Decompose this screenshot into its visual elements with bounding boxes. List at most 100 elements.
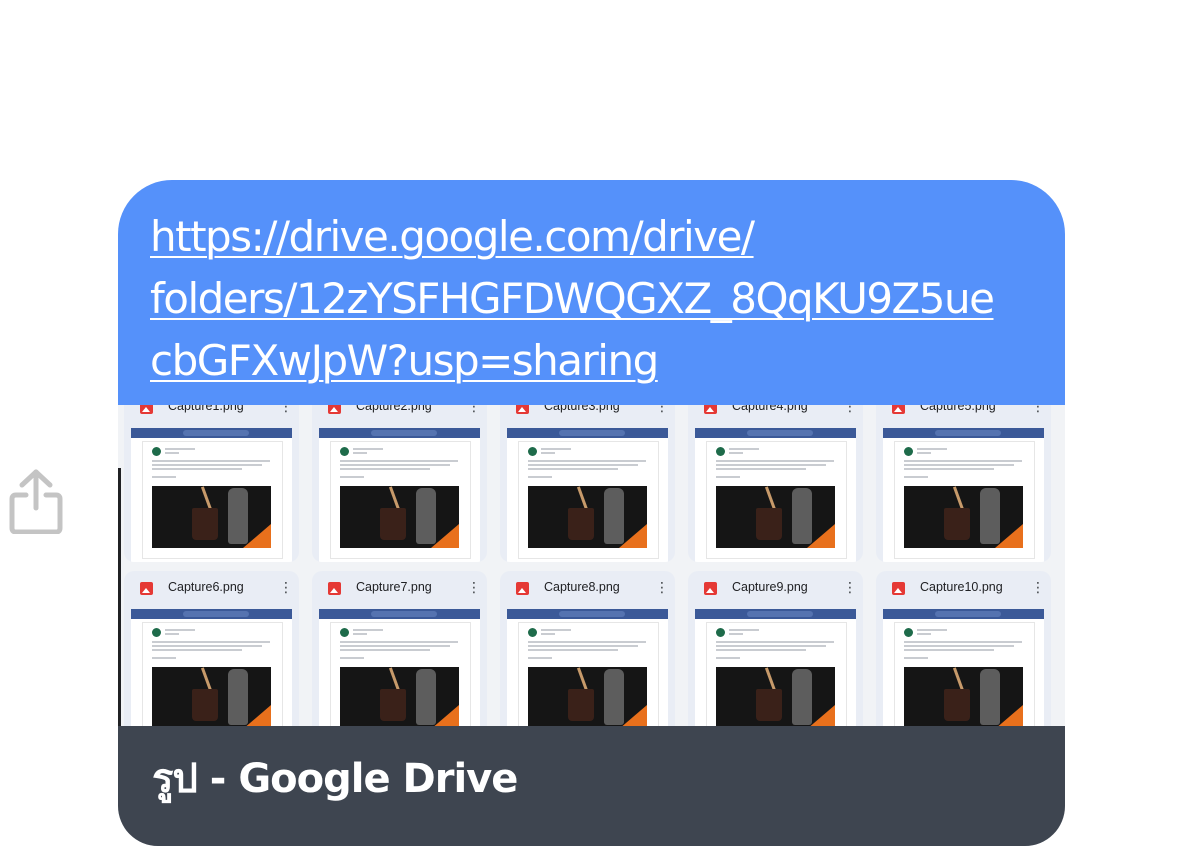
photo-glass bbox=[192, 508, 218, 540]
file-tile[interactable]: Capture5.png ⋮ bbox=[876, 405, 1051, 562]
file-name: Capture2.png bbox=[356, 405, 432, 413]
image-file-icon bbox=[140, 582, 153, 595]
file-name: Capture4.png bbox=[732, 405, 808, 413]
file-thumbnail bbox=[695, 428, 856, 562]
thumbnail-text-line bbox=[152, 460, 270, 462]
file-name: Capture5.png bbox=[920, 405, 996, 413]
file-tile[interactable]: Capture9.png ⋮ bbox=[688, 571, 863, 726]
thumbnail-text-line bbox=[904, 476, 928, 478]
thumbnail-avatar bbox=[904, 628, 913, 637]
thumbnail-search bbox=[747, 430, 813, 436]
thumbnail-text-line bbox=[340, 476, 364, 478]
thumbnail-text-line bbox=[716, 641, 834, 643]
image-file-icon bbox=[140, 405, 153, 414]
thumbnail-text-line bbox=[165, 448, 195, 450]
file-tile[interactable]: Capture2.png ⋮ bbox=[312, 405, 487, 562]
thumbnail-text-line bbox=[165, 452, 179, 454]
thumbnail-topbar bbox=[131, 428, 292, 438]
file-name: Capture7.png bbox=[356, 580, 432, 594]
thumbnail-post-card bbox=[331, 623, 470, 726]
thumbnail-text-line bbox=[904, 645, 1014, 647]
thumbnail-text-line bbox=[917, 633, 931, 635]
more-options-icon[interactable]: ⋮ bbox=[279, 580, 293, 596]
file-tile[interactable]: Capture4.png ⋮ bbox=[688, 405, 863, 562]
more-options-icon[interactable]: ⋮ bbox=[843, 405, 857, 415]
link-message-bubble[interactable]: https://drive.google.com/drive/ folders/… bbox=[118, 180, 1065, 846]
file-tile[interactable]: Capture7.png ⋮ bbox=[312, 571, 487, 726]
image-file-icon bbox=[892, 582, 905, 595]
thumbnail-post-card bbox=[707, 623, 846, 726]
thumbnail-text-line bbox=[904, 468, 994, 470]
file-thumbnail bbox=[507, 428, 668, 562]
thumbnail-avatar bbox=[152, 447, 161, 456]
more-options-icon[interactable]: ⋮ bbox=[655, 580, 669, 596]
thumbnail-text-line bbox=[917, 629, 947, 631]
shared-link[interactable]: https://drive.google.com/drive/ folders/… bbox=[150, 206, 1045, 392]
file-name: Capture1.png bbox=[168, 405, 244, 413]
file-thumbnail bbox=[883, 428, 1044, 562]
thumbnail-photo bbox=[904, 667, 1023, 726]
thumbnail-photo bbox=[152, 486, 271, 548]
thumbnail-text-line bbox=[904, 641, 1022, 643]
thumbnail-topbar bbox=[507, 609, 668, 619]
thumbnail-post-card bbox=[519, 442, 658, 558]
thumbnail-text-line bbox=[528, 460, 646, 462]
file-tile-header: Capture2.png ⋮ bbox=[312, 405, 487, 426]
more-options-icon[interactable]: ⋮ bbox=[843, 580, 857, 596]
thumbnail-text-line bbox=[165, 629, 195, 631]
more-options-icon[interactable]: ⋮ bbox=[1031, 405, 1045, 415]
thumbnail-text-line bbox=[917, 452, 931, 454]
file-tile[interactable]: Capture6.png ⋮ bbox=[124, 571, 299, 726]
file-thumbnail bbox=[507, 609, 668, 726]
thumbnail-text-line bbox=[541, 633, 555, 635]
thumbnail-text-line bbox=[528, 645, 638, 647]
file-tile[interactable]: Capture1.png ⋮ bbox=[124, 405, 299, 562]
thumbnail-avatar bbox=[716, 628, 725, 637]
file-tile[interactable]: Capture8.png ⋮ bbox=[500, 571, 675, 726]
link-text-area[interactable]: https://drive.google.com/drive/ folders/… bbox=[118, 180, 1065, 405]
thumbnail-photo bbox=[528, 667, 647, 726]
thumbnail-post-card bbox=[707, 442, 846, 558]
more-options-icon[interactable]: ⋮ bbox=[1031, 580, 1045, 596]
link-line-2: folders/12zYSFHGFDWQGXZ_8QqKU9Z5ue bbox=[150, 274, 995, 323]
thumbnail-text-line bbox=[541, 448, 571, 450]
photo-badge bbox=[431, 524, 459, 548]
thumbnail-text-line bbox=[729, 448, 759, 450]
photo-badge bbox=[807, 524, 835, 548]
thumbnail-text-line bbox=[528, 641, 646, 643]
file-name: Capture10.png bbox=[920, 580, 1003, 594]
thumbnail-text-line bbox=[716, 657, 740, 659]
file-name: Capture6.png bbox=[168, 580, 244, 594]
share-icon[interactable] bbox=[8, 468, 64, 535]
photo-glass bbox=[756, 508, 782, 540]
photo-glass bbox=[944, 689, 970, 721]
photo-badge bbox=[243, 705, 271, 726]
thumbnail-text-line bbox=[729, 633, 743, 635]
thumbnail-text-line bbox=[165, 633, 179, 635]
thumbnail-post-card bbox=[331, 442, 470, 558]
thumbnail-text-line bbox=[716, 464, 826, 466]
more-options-icon[interactable]: ⋮ bbox=[655, 405, 669, 415]
thumbnail-text-line bbox=[716, 649, 806, 651]
thumbnail-text-line bbox=[152, 641, 270, 643]
thumbnail-avatar bbox=[528, 628, 537, 637]
thumbnail-avatar bbox=[340, 447, 349, 456]
more-options-icon[interactable]: ⋮ bbox=[467, 580, 481, 596]
file-tile-header: Capture3.png ⋮ bbox=[500, 405, 675, 426]
more-options-icon[interactable]: ⋮ bbox=[467, 405, 481, 415]
link-preview-footer[interactable]: รูป - Google Drive bbox=[118, 726, 1065, 846]
file-tile-header: Capture5.png ⋮ bbox=[876, 405, 1051, 426]
thumbnail-text-line bbox=[716, 476, 740, 478]
photo-glass bbox=[380, 508, 406, 540]
photo-glass bbox=[192, 689, 218, 721]
thumbnail-avatar bbox=[904, 447, 913, 456]
file-tile-header: Capture9.png ⋮ bbox=[688, 571, 863, 607]
thumbnail-avatar bbox=[152, 628, 161, 637]
more-options-icon[interactable]: ⋮ bbox=[279, 405, 293, 415]
thumbnail-text-line bbox=[528, 657, 552, 659]
link-preview-image[interactable]: Capture1.png ⋮ Capture2.png ⋮ Capture3.png ⋮ C… bbox=[118, 405, 1065, 726]
file-tile[interactable]: Capture10.png ⋮ bbox=[876, 571, 1051, 726]
file-tile-header: Capture10.png ⋮ bbox=[876, 571, 1051, 607]
file-tile-header: Capture7.png ⋮ bbox=[312, 571, 487, 607]
file-tile[interactable]: Capture3.png ⋮ bbox=[500, 405, 675, 562]
